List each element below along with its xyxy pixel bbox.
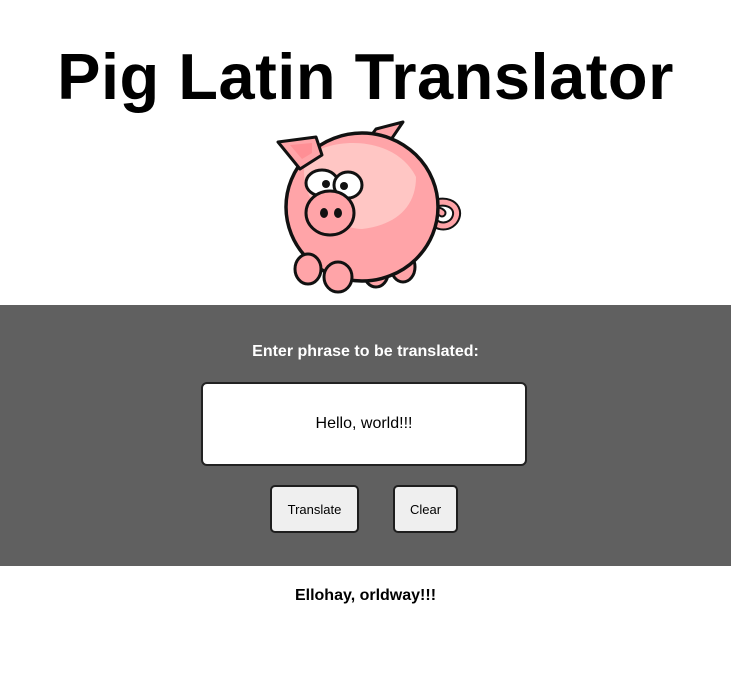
clear-button[interactable]: Clear bbox=[393, 485, 458, 533]
translation-result: Ellohay, orldway!!! bbox=[294, 587, 437, 604]
translation-panel: Enter phrase to be translated: Translate… bbox=[0, 305, 731, 566]
page-title: Pig Latin Translator bbox=[57, 40, 674, 113]
input-prompt-label: Enter phrase to be translated: bbox=[252, 343, 479, 360]
pig-icon bbox=[276, 120, 462, 294]
page: Pig Latin Translator Enter phrase to be … bbox=[0, 0, 731, 675]
translate-button[interactable]: Translate bbox=[270, 485, 359, 533]
phrase-input[interactable] bbox=[201, 382, 527, 466]
